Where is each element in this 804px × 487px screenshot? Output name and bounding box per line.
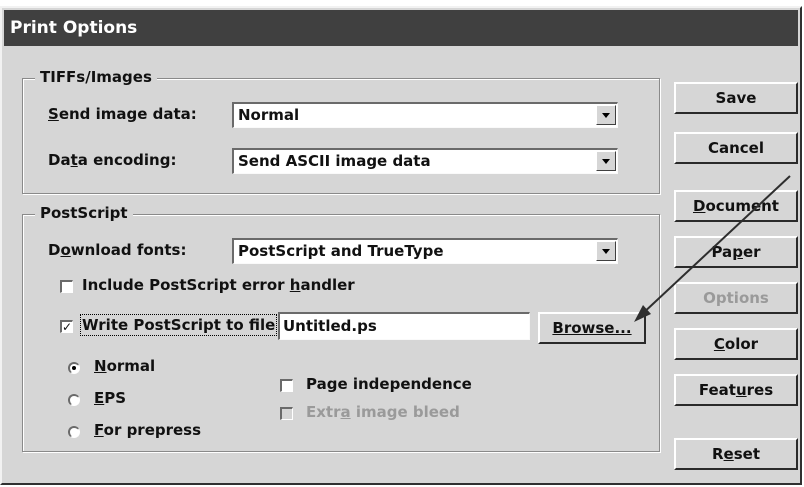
send-image-data-value: Normal: [238, 106, 300, 124]
extra-image-bleed-label: Extra image bleed: [306, 403, 460, 421]
download-fonts-label: Download fonts:: [48, 241, 187, 259]
normal-label: Normal: [94, 357, 156, 375]
page-independence-label: Page independence: [306, 375, 472, 393]
write-postscript-checkbox[interactable]: ✓: [60, 320, 73, 333]
print-options-dialog: Print Options TIFFs/Images Send image da…: [0, 6, 802, 485]
postscript-group-title: PostScript: [35, 204, 133, 222]
tiffs-group-title: TIFFs/Images: [35, 68, 157, 86]
data-encoding-select[interactable]: Send ASCII image data: [232, 148, 618, 174]
download-fonts-select[interactable]: PostScript and TrueType: [232, 238, 618, 264]
options-button: Options: [674, 282, 798, 314]
for-prepress-radio[interactable]: [68, 426, 80, 438]
browse-button[interactable]: Browse...: [538, 312, 646, 344]
eps-label: EPS: [94, 389, 127, 407]
error-handler-label: Include PostScript error handler: [82, 276, 355, 294]
write-postscript-label: Write PostScript to file: [79, 314, 278, 336]
download-fonts-value: PostScript and TrueType: [238, 242, 444, 260]
normal-radio[interactable]: [68, 362, 80, 374]
send-image-data-select[interactable]: Normal: [232, 102, 618, 128]
chevron-down-icon[interactable]: [596, 105, 616, 125]
error-handler-checkbox[interactable]: [60, 280, 73, 293]
dialog-title: Print Options: [4, 10, 798, 46]
reset-button[interactable]: Reset: [674, 438, 798, 470]
data-encoding-value: Send ASCII image data: [238, 152, 431, 170]
features-button[interactable]: Features: [674, 374, 798, 406]
color-button[interactable]: Color: [674, 328, 798, 360]
postscript-filename-value: Untitled.ps: [283, 317, 377, 335]
cancel-button[interactable]: Cancel: [674, 132, 798, 164]
for-prepress-label: For prepress: [94, 421, 202, 439]
send-image-data-label: Send image data:: [48, 105, 197, 123]
save-button[interactable]: Save: [674, 82, 798, 114]
page-independence-checkbox[interactable]: [280, 379, 293, 392]
chevron-down-icon[interactable]: [596, 151, 616, 171]
data-encoding-label: Data encoding:: [48, 151, 177, 169]
paper-button[interactable]: Paper: [674, 236, 798, 268]
postscript-filename-input[interactable]: Untitled.ps: [278, 312, 530, 340]
tiffs-images-group: TIFFs/Images: [22, 68, 660, 194]
extra-image-bleed-checkbox: [280, 407, 293, 420]
chevron-down-icon[interactable]: [596, 241, 616, 261]
document-button[interactable]: Document: [674, 190, 798, 222]
eps-radio[interactable]: [68, 394, 80, 406]
